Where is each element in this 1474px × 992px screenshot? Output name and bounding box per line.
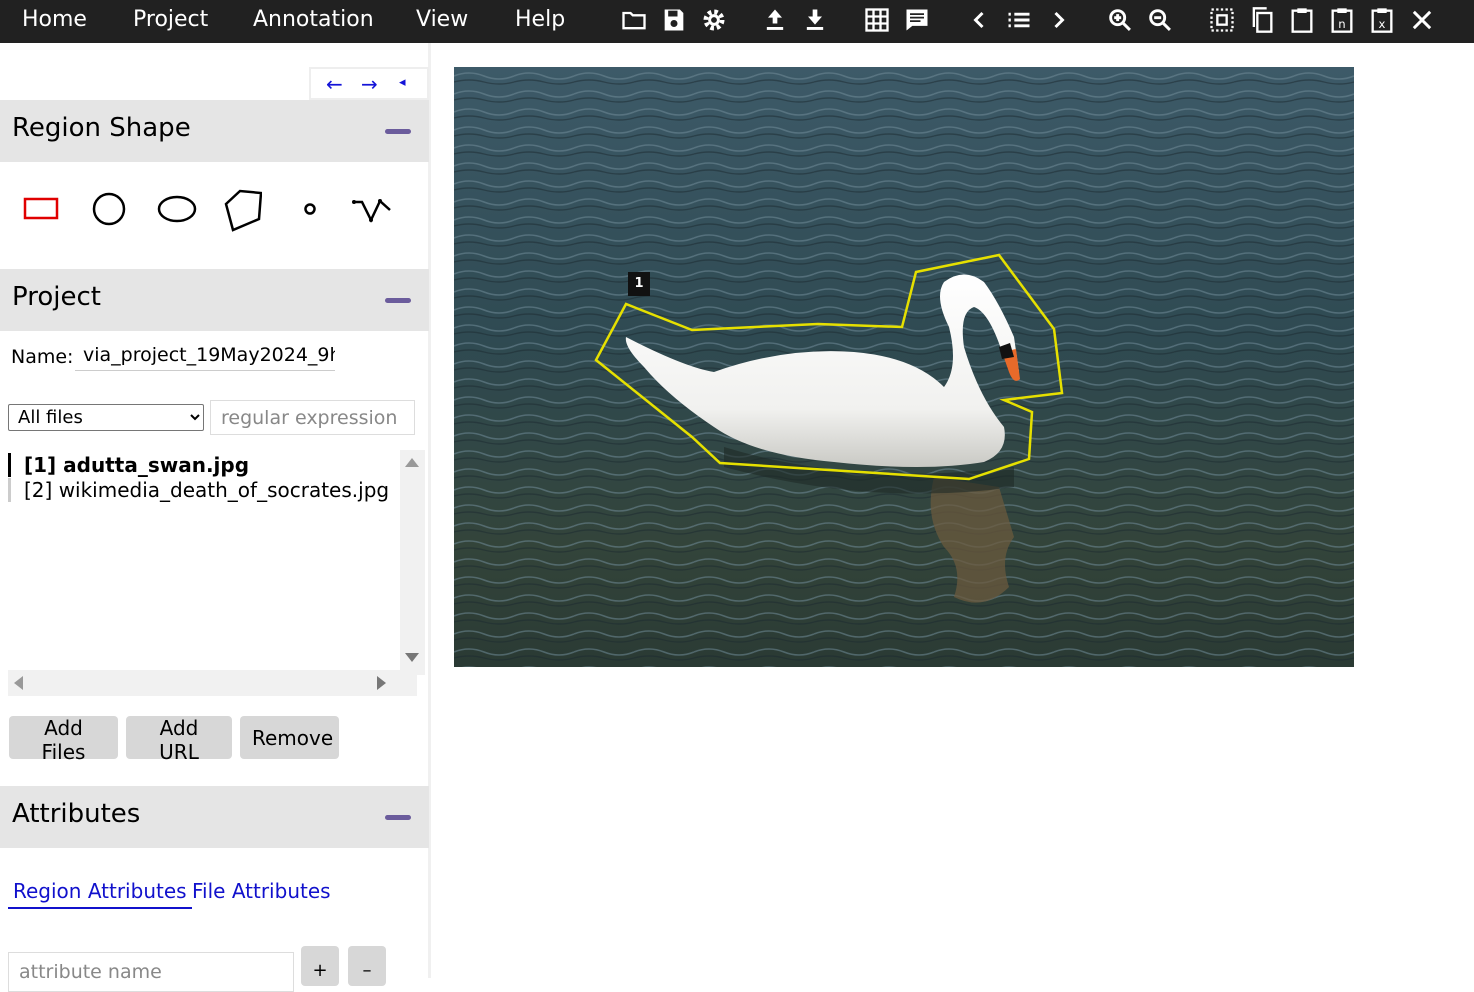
scroll-up-icon[interactable] bbox=[405, 458, 419, 467]
swan-photo bbox=[454, 67, 1354, 667]
top-menu-bar: Home Project Annotation View Help n x bbox=[0, 0, 1474, 43]
chevron-right-icon[interactable] bbox=[1045, 6, 1073, 34]
menu-project[interactable]: Project bbox=[133, 0, 208, 43]
add-url-button[interactable]: Add URL bbox=[126, 716, 232, 764]
paste-icon[interactable] bbox=[1288, 6, 1316, 34]
regex-filter-input[interactable] bbox=[210, 400, 415, 435]
project-name-label: Name: bbox=[11, 346, 74, 368]
file-list-vertical-scrollbar[interactable] bbox=[400, 450, 425, 675]
tab-file-attributes[interactable]: File Attributes bbox=[192, 879, 331, 907]
image-nav-bar: ← → ◂ bbox=[309, 67, 429, 100]
gear-icon[interactable] bbox=[700, 6, 728, 34]
add-files-button[interactable]: Add Files bbox=[9, 716, 118, 764]
menu-home[interactable]: Home bbox=[22, 0, 87, 43]
zoom-in-icon[interactable] bbox=[1106, 6, 1134, 34]
scroll-left-icon[interactable] bbox=[14, 676, 23, 690]
left-sidebar: ← → ◂ Region Shape Project Name: All fil… bbox=[0, 43, 431, 992]
remove-button[interactable]: Remove bbox=[240, 716, 339, 759]
chevron-left-icon[interactable] bbox=[965, 6, 993, 34]
save-icon[interactable] bbox=[660, 6, 688, 34]
grid-view-icon[interactable] bbox=[863, 6, 891, 34]
copy-icon[interactable] bbox=[1248, 6, 1276, 34]
file-list-item[interactable]: [2] wikimedia_death_of_socrates.jpg bbox=[8, 478, 393, 502]
file-list-item[interactable]: [1] adutta_swan.jpg bbox=[8, 453, 393, 477]
tab-region-attributes[interactable]: Region Attributes bbox=[8, 879, 192, 909]
add-attribute-button[interactable]: + bbox=[301, 946, 339, 986]
project-name-input[interactable] bbox=[75, 339, 335, 371]
next-image-button[interactable]: → bbox=[361, 72, 378, 96]
menu-view[interactable]: View bbox=[416, 0, 468, 43]
file-list: [1] adutta_swan.jpg [2] wikimedia_death_… bbox=[8, 450, 425, 696]
prev-image-button[interactable]: ← bbox=[326, 72, 343, 96]
rectangle-shape-icon[interactable] bbox=[21, 184, 61, 234]
paste-delete-icon[interactable]: x bbox=[1368, 6, 1396, 34]
collapse-attributes-icon[interactable] bbox=[385, 815, 411, 820]
attributes-header[interactable]: Attributes bbox=[0, 786, 429, 848]
circle-shape-icon[interactable] bbox=[89, 184, 129, 234]
ellipse-shape-icon[interactable] bbox=[155, 184, 199, 234]
region-shape-header[interactable]: Region Shape bbox=[0, 100, 429, 162]
menu-annotation[interactable]: Annotation bbox=[253, 0, 374, 43]
upload-icon[interactable] bbox=[761, 6, 789, 34]
collapse-sidebar-button[interactable]: ◂ bbox=[399, 75, 406, 90]
comment-icon[interactable] bbox=[903, 6, 931, 34]
project-title: Project bbox=[12, 282, 101, 312]
file-filter-select[interactable]: All files bbox=[8, 404, 204, 431]
polygon-shape-icon[interactable] bbox=[222, 184, 262, 234]
polyline-shape-icon[interactable] bbox=[352, 184, 392, 234]
region-id-label: 1 bbox=[628, 272, 650, 296]
folder-open-icon[interactable] bbox=[620, 6, 648, 34]
list-icon[interactable] bbox=[1005, 6, 1033, 34]
svg-text:n: n bbox=[1338, 17, 1345, 31]
region-shape-title: Region Shape bbox=[12, 113, 191, 143]
remove-attribute-button[interactable]: – bbox=[348, 946, 386, 986]
attribute-name-input[interactable] bbox=[8, 952, 294, 992]
point-shape-icon[interactable] bbox=[290, 184, 330, 234]
attributes-title: Attributes bbox=[12, 799, 141, 829]
select-all-icon[interactable] bbox=[1208, 6, 1236, 34]
scroll-down-icon[interactable] bbox=[405, 653, 419, 662]
close-icon[interactable] bbox=[1408, 6, 1436, 34]
zoom-out-icon[interactable] bbox=[1146, 6, 1174, 34]
collapse-project-icon[interactable] bbox=[385, 298, 411, 303]
collapse-region-shape-icon[interactable] bbox=[385, 129, 411, 134]
menu-help[interactable]: Help bbox=[515, 0, 565, 43]
project-header[interactable]: Project bbox=[0, 269, 429, 331]
paste-n-icon[interactable]: n bbox=[1328, 6, 1356, 34]
image-canvas[interactable]: 1 bbox=[454, 67, 1354, 667]
file-list-horizontal-scrollbar[interactable] bbox=[8, 670, 417, 696]
svg-text:x: x bbox=[1379, 17, 1386, 31]
scroll-right-icon[interactable] bbox=[377, 676, 386, 690]
download-icon[interactable] bbox=[801, 6, 829, 34]
